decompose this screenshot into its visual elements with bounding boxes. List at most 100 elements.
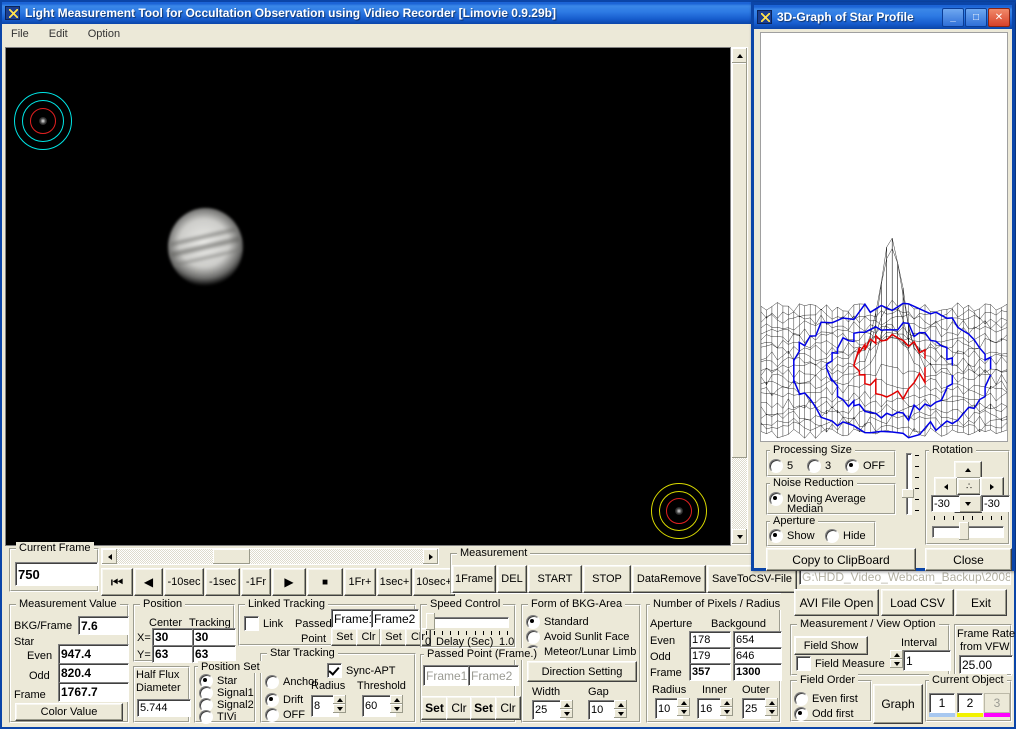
avi-file-open-button[interactable]: AVI File Open <box>794 589 879 616</box>
bkg-width-spinner[interactable] <box>560 700 573 718</box>
passed-clr2-button[interactable]: Clr <box>495 696 521 720</box>
transport-forward-1frame-button[interactable]: 1Fr+ <box>344 568 376 596</box>
star-frame-value[interactable]: 1767.7 <box>58 682 129 702</box>
rotate-left-button[interactable] <box>934 477 958 497</box>
z-scale-track[interactable] <box>906 453 912 515</box>
frame-scroll-right-button[interactable] <box>423 549 438 564</box>
bkg-frame-value[interactable]: 7.6 <box>78 616 129 635</box>
transport-first-frame-button[interactable]: ⏮ <box>101 568 133 596</box>
rotate-right-button[interactable] <box>980 477 1004 497</box>
menu-item-edit[interactable]: Edit <box>46 27 71 41</box>
frame-position-scrollbar[interactable] <box>101 548 439 565</box>
spinner-down[interactable] <box>614 709 627 718</box>
direction-setting-button[interactable]: Direction Setting <box>527 661 637 682</box>
minimize-icon[interactable]: _ <box>942 7 964 27</box>
speed-slider-track[interactable] <box>433 617 509 628</box>
field-measure-checkbox[interactable]: Field Measure <box>796 656 885 671</box>
tracking-marker-star[interactable] <box>14 92 72 150</box>
field-order-option-odd-first[interactable]: Odd first <box>794 707 854 721</box>
current-object-2-field[interactable]: 2 <box>957 693 983 713</box>
close-icon[interactable]: ✕ <box>988 7 1010 27</box>
graph-aperture-option-hide[interactable]: Hide <box>825 529 866 543</box>
measure-del-button[interactable]: DEL <box>497 565 527 593</box>
vertical-scroll-thumb[interactable] <box>732 63 747 458</box>
scroll-down-button[interactable] <box>732 529 747 544</box>
transport-forward-10sec-button[interactable]: 10sec+ <box>413 568 455 596</box>
measure-start-button[interactable]: START <box>528 565 582 593</box>
processing-size-option-3[interactable]: 3 <box>807 459 831 473</box>
current-frame-value[interactable]: 750 <box>15 562 98 586</box>
spinner-down[interactable] <box>765 707 778 716</box>
z-scale-thumb[interactable] <box>902 489 914 498</box>
pixels-frame-aperture[interactable]: 357 <box>689 663 731 681</box>
frame-scroll-track[interactable] <box>117 549 423 564</box>
spinner-up[interactable] <box>677 698 690 707</box>
spinner-down[interactable] <box>560 709 573 718</box>
transport-back-10sec-button[interactable]: -10sec <box>164 568 204 596</box>
menu-item-file[interactable]: File <box>8 27 32 41</box>
graph-aperture-option-show[interactable]: Show <box>769 529 815 543</box>
spinner-up[interactable] <box>765 698 778 707</box>
transport-back-1frame-button[interactable]: -1Fr <box>241 568 271 596</box>
spinner-down[interactable] <box>333 704 346 713</box>
position-set-option-tivi[interactable]: TIVi <box>199 710 236 724</box>
link-checkbox[interactable]: Link <box>244 616 283 631</box>
current-object-1-field[interactable]: 1 <box>929 693 955 713</box>
position-x-center[interactable]: 30 <box>152 628 194 646</box>
exit-button[interactable]: Exit <box>955 589 1007 616</box>
spinner-down[interactable] <box>890 659 903 668</box>
video-vertical-scrollbar[interactable] <box>731 47 748 545</box>
spinner-up[interactable] <box>390 695 403 704</box>
current-object-item-3[interactable]: 3 <box>984 693 1010 717</box>
inner-spinner[interactable] <box>720 698 733 716</box>
current-object-item-1[interactable]: 1 <box>929 693 955 717</box>
frame-scroll-left-button[interactable] <box>102 549 117 564</box>
video-display[interactable] <box>5 47 731 546</box>
speed-slider-thumb[interactable] <box>426 613 435 630</box>
color-value-button[interactable]: Color Value <box>15 703 123 721</box>
bkg-area-option-meteor[interactable]: Meteor/Lunar Limb <box>526 645 636 659</box>
interval-spinner[interactable] <box>890 650 903 668</box>
radius-spinner[interactable] <box>677 698 690 716</box>
spinner-down[interactable] <box>677 707 690 716</box>
passed-set2-button[interactable]: Set <box>470 696 497 720</box>
spinner-up[interactable] <box>614 700 627 709</box>
processing-size-option-off[interactable]: OFF <box>845 459 885 473</box>
load-csv-button[interactable]: Load CSV <box>881 589 954 616</box>
z-scale-slider[interactable] <box>902 453 914 515</box>
vertical-scroll-track[interactable] <box>732 63 747 529</box>
star-radius-spinner[interactable] <box>333 695 346 713</box>
star-tracking-option-off[interactable]: OFF <box>265 708 305 722</box>
position-y-center[interactable]: 63 <box>152 645 194 663</box>
passed-clr1-button[interactable]: Clr <box>446 696 472 720</box>
rotation-right-value[interactable]: -30 <box>981 495 1010 512</box>
bkg-area-option-avoid[interactable]: Avoid Sunlit Face <box>526 630 629 644</box>
transport-back-1sec-button[interactable]: -1sec <box>205 568 240 596</box>
bkg-gap-spinner[interactable] <box>614 700 627 718</box>
menu-item-option[interactable]: Option <box>85 27 123 41</box>
linked-frame1-field[interactable]: Frame1 <box>331 609 376 628</box>
noise-reduction-option-median[interactable]: Median <box>769 502 823 516</box>
copy-to-clipboard-button[interactable]: Copy to ClipBoard <box>766 548 916 571</box>
interval-value[interactable]: 1 <box>903 650 951 671</box>
rotation-left-value[interactable]: -30 <box>931 495 960 512</box>
passed-frame1-field[interactable]: Frame1 <box>423 665 472 686</box>
pixels-frame-background[interactable]: 1300 <box>733 663 782 681</box>
current-object-item-2[interactable]: 2 <box>957 693 983 717</box>
graph-close-button[interactable]: Close <box>925 548 1012 571</box>
linked-set1-button[interactable]: Set <box>331 628 358 646</box>
sync-apt-checkbox[interactable]: Sync-APT <box>327 663 396 678</box>
spinner-up[interactable] <box>560 700 573 709</box>
star-even-value[interactable]: 947.4 <box>58 644 129 664</box>
measure-dataremove-button[interactable]: DataRemove <box>632 565 706 593</box>
spinner-down[interactable] <box>390 704 403 713</box>
frame-rate-value[interactable]: 25.00 <box>959 655 1013 674</box>
current-object-3-field[interactable]: 3 <box>984 693 1010 713</box>
star-tracking-option-drift[interactable]: Drift <box>265 693 303 707</box>
half-flux-value[interactable]: 5.744 <box>137 699 191 717</box>
star-threshold-spinner[interactable] <box>390 695 403 713</box>
measure-stop-button[interactable]: STOP <box>583 565 631 593</box>
star-odd-value[interactable]: 820.4 <box>58 663 129 683</box>
maximize-icon[interactable]: □ <box>965 7 987 27</box>
linked-clr1-button[interactable]: Clr <box>356 628 381 646</box>
